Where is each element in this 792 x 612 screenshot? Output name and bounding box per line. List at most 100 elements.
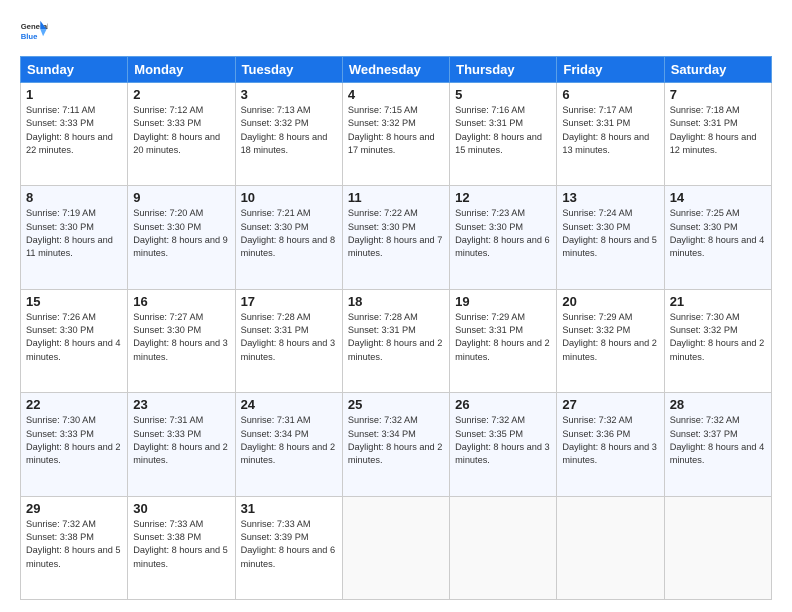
calendar-cell: 7 Sunrise: 7:18 AMSunset: 3:31 PMDaylight… bbox=[664, 83, 771, 186]
cell-info: Sunrise: 7:24 AMSunset: 3:30 PMDaylight:… bbox=[562, 207, 658, 260]
calendar-cell: 18 Sunrise: 7:28 AMSunset: 3:31 PMDayligh… bbox=[342, 289, 449, 392]
calendar-week-2: 8 Sunrise: 7:19 AMSunset: 3:30 PMDaylight… bbox=[21, 186, 772, 289]
calendar-cell: 28Sunrise: 7:32 AMSunset: 3:37 PMDayligh… bbox=[664, 393, 771, 496]
day-number: 27 bbox=[562, 397, 658, 412]
cell-info: Sunrise: 7:18 AMSunset: 3:31 PMDaylight:… bbox=[670, 104, 766, 157]
logo-icon: GeneralBlue bbox=[20, 18, 48, 46]
day-number: 24 bbox=[241, 397, 337, 412]
day-number: 19 bbox=[455, 294, 551, 309]
day-number: 8 bbox=[26, 190, 122, 205]
logo: GeneralBlue bbox=[20, 18, 48, 46]
calendar-cell: 5 Sunrise: 7:16 AMSunset: 3:31 PMDaylight… bbox=[450, 83, 557, 186]
day-number: 4 bbox=[348, 87, 444, 102]
calendar-week-4: 22 Sunrise: 7:30 AMSunset: 3:33 PMDayligh… bbox=[21, 393, 772, 496]
calendar-cell bbox=[342, 496, 449, 599]
calendar-cell: 14 Sunrise: 7:25 AMSunset: 3:30 PMDayligh… bbox=[664, 186, 771, 289]
page: GeneralBlue SundayMondayTuesdayWednesday… bbox=[0, 0, 792, 612]
cell-info: Sunrise: 7:20 AMSunset: 3:30 PMDaylight:… bbox=[133, 207, 229, 260]
day-number: 7 bbox=[670, 87, 766, 102]
calendar-body: 1 Sunrise: 7:11 AMSunset: 3:33 PMDaylight… bbox=[21, 83, 772, 600]
cell-info: Sunrise: 7:29 AMSunset: 3:31 PMDaylight:… bbox=[455, 311, 551, 364]
calendar-cell: 29 Sunrise: 7:32 AMSunset: 3:38 PMDayligh… bbox=[21, 496, 128, 599]
calendar-cell: 12Sunrise: 7:23 AMSunset: 3:30 PMDayligh… bbox=[450, 186, 557, 289]
day-number: 26 bbox=[455, 397, 551, 412]
calendar-cell bbox=[557, 496, 664, 599]
header: GeneralBlue bbox=[20, 18, 772, 46]
calendar-cell: 1 Sunrise: 7:11 AMSunset: 3:33 PMDaylight… bbox=[21, 83, 128, 186]
calendar-cell: 10Sunrise: 7:21 AMSunset: 3:30 PMDayligh… bbox=[235, 186, 342, 289]
calendar-cell bbox=[450, 496, 557, 599]
calendar-table: SundayMondayTuesdayWednesdayThursdayFrid… bbox=[20, 56, 772, 600]
day-number: 5 bbox=[455, 87, 551, 102]
cell-info: Sunrise: 7:33 AMSunset: 3:38 PMDaylight:… bbox=[133, 518, 229, 571]
day-number: 20 bbox=[562, 294, 658, 309]
cell-info: Sunrise: 7:30 AMSunset: 3:33 PMDaylight:… bbox=[26, 414, 122, 467]
calendar-cell: 15 Sunrise: 7:26 AMSunset: 3:30 PMDayligh… bbox=[21, 289, 128, 392]
day-number: 25 bbox=[348, 397, 444, 412]
day-number: 15 bbox=[26, 294, 122, 309]
day-number: 28 bbox=[670, 397, 766, 412]
day-header-tuesday: Tuesday bbox=[235, 57, 342, 83]
calendar-cell: 25 Sunrise: 7:32 AMSunset: 3:34 PMDayligh… bbox=[342, 393, 449, 496]
day-number: 11 bbox=[348, 190, 444, 205]
day-number: 1 bbox=[26, 87, 122, 102]
day-number: 31 bbox=[241, 501, 337, 516]
cell-info: Sunrise: 7:32 AMSunset: 3:35 PMDaylight:… bbox=[455, 414, 551, 467]
calendar-cell: 4 Sunrise: 7:15 AMSunset: 3:32 PMDaylight… bbox=[342, 83, 449, 186]
cell-info: Sunrise: 7:28 AMSunset: 3:31 PMDaylight:… bbox=[241, 311, 337, 364]
calendar-cell: 2Sunrise: 7:12 AMSunset: 3:33 PMDaylight… bbox=[128, 83, 235, 186]
cell-info: Sunrise: 7:16 AMSunset: 3:31 PMDaylight:… bbox=[455, 104, 551, 157]
cell-info: Sunrise: 7:25 AMSunset: 3:30 PMDaylight:… bbox=[670, 207, 766, 260]
day-header-thursday: Thursday bbox=[450, 57, 557, 83]
day-number: 13 bbox=[562, 190, 658, 205]
day-number: 16 bbox=[133, 294, 229, 309]
calendar-week-3: 15 Sunrise: 7:26 AMSunset: 3:30 PMDayligh… bbox=[21, 289, 772, 392]
calendar-cell: 11Sunrise: 7:22 AMSunset: 3:30 PMDayligh… bbox=[342, 186, 449, 289]
calendar-cell: 3 Sunrise: 7:13 AMSunset: 3:32 PMDaylight… bbox=[235, 83, 342, 186]
calendar-cell bbox=[664, 496, 771, 599]
cell-info: Sunrise: 7:32 AMSunset: 3:34 PMDaylight:… bbox=[348, 414, 444, 467]
day-number: 30 bbox=[133, 501, 229, 516]
cell-info: Sunrise: 7:27 AMSunset: 3:30 PMDaylight:… bbox=[133, 311, 229, 364]
day-header-wednesday: Wednesday bbox=[342, 57, 449, 83]
calendar-cell: 27 Sunrise: 7:32 AMSunset: 3:36 PMDayligh… bbox=[557, 393, 664, 496]
day-number: 18 bbox=[348, 294, 444, 309]
calendar-header-row: SundayMondayTuesdayWednesdayThursdayFrid… bbox=[21, 57, 772, 83]
day-number: 10 bbox=[241, 190, 337, 205]
cell-info: Sunrise: 7:30 AMSunset: 3:32 PMDaylight:… bbox=[670, 311, 766, 364]
svg-text:Blue: Blue bbox=[21, 32, 38, 41]
calendar-cell: 6Sunrise: 7:17 AMSunset: 3:31 PMDaylight… bbox=[557, 83, 664, 186]
day-header-saturday: Saturday bbox=[664, 57, 771, 83]
calendar-cell: 26 Sunrise: 7:32 AMSunset: 3:35 PMDayligh… bbox=[450, 393, 557, 496]
calendar-cell: 31 Sunrise: 7:33 AMSunset: 3:39 PMDayligh… bbox=[235, 496, 342, 599]
cell-info: Sunrise: 7:19 AMSunset: 3:30 PMDaylight:… bbox=[26, 207, 122, 260]
day-number: 23 bbox=[133, 397, 229, 412]
day-number: 14 bbox=[670, 190, 766, 205]
cell-info: Sunrise: 7:15 AMSunset: 3:32 PMDaylight:… bbox=[348, 104, 444, 157]
cell-info: Sunrise: 7:33 AMSunset: 3:39 PMDaylight:… bbox=[241, 518, 337, 571]
cell-info: Sunrise: 7:29 AMSunset: 3:32 PMDaylight:… bbox=[562, 311, 658, 364]
cell-info: Sunrise: 7:32 AMSunset: 3:38 PMDaylight:… bbox=[26, 518, 122, 571]
day-number: 29 bbox=[26, 501, 122, 516]
cell-info: Sunrise: 7:31 AMSunset: 3:34 PMDaylight:… bbox=[241, 414, 337, 467]
day-header-friday: Friday bbox=[557, 57, 664, 83]
calendar-cell: 30 Sunrise: 7:33 AMSunset: 3:38 PMDayligh… bbox=[128, 496, 235, 599]
day-header-monday: Monday bbox=[128, 57, 235, 83]
calendar-cell: 8 Sunrise: 7:19 AMSunset: 3:30 PMDaylight… bbox=[21, 186, 128, 289]
day-number: 6 bbox=[562, 87, 658, 102]
cell-info: Sunrise: 7:13 AMSunset: 3:32 PMDaylight:… bbox=[241, 104, 337, 157]
cell-info: Sunrise: 7:32 AMSunset: 3:36 PMDaylight:… bbox=[562, 414, 658, 467]
calendar-cell: 20 Sunrise: 7:29 AMSunset: 3:32 PMDayligh… bbox=[557, 289, 664, 392]
calendar-cell: 23Sunrise: 7:31 AMSunset: 3:33 PMDayligh… bbox=[128, 393, 235, 496]
cell-info: Sunrise: 7:26 AMSunset: 3:30 PMDaylight:… bbox=[26, 311, 122, 364]
day-number: 9 bbox=[133, 190, 229, 205]
cell-info: Sunrise: 7:11 AMSunset: 3:33 PMDaylight:… bbox=[26, 104, 122, 157]
cell-info: Sunrise: 7:28 AMSunset: 3:31 PMDaylight:… bbox=[348, 311, 444, 364]
day-number: 3 bbox=[241, 87, 337, 102]
calendar-cell: 19 Sunrise: 7:29 AMSunset: 3:31 PMDayligh… bbox=[450, 289, 557, 392]
day-number: 22 bbox=[26, 397, 122, 412]
day-number: 2 bbox=[133, 87, 229, 102]
day-number: 17 bbox=[241, 294, 337, 309]
calendar-cell: 21Sunrise: 7:30 AMSunset: 3:32 PMDayligh… bbox=[664, 289, 771, 392]
day-header-sunday: Sunday bbox=[21, 57, 128, 83]
